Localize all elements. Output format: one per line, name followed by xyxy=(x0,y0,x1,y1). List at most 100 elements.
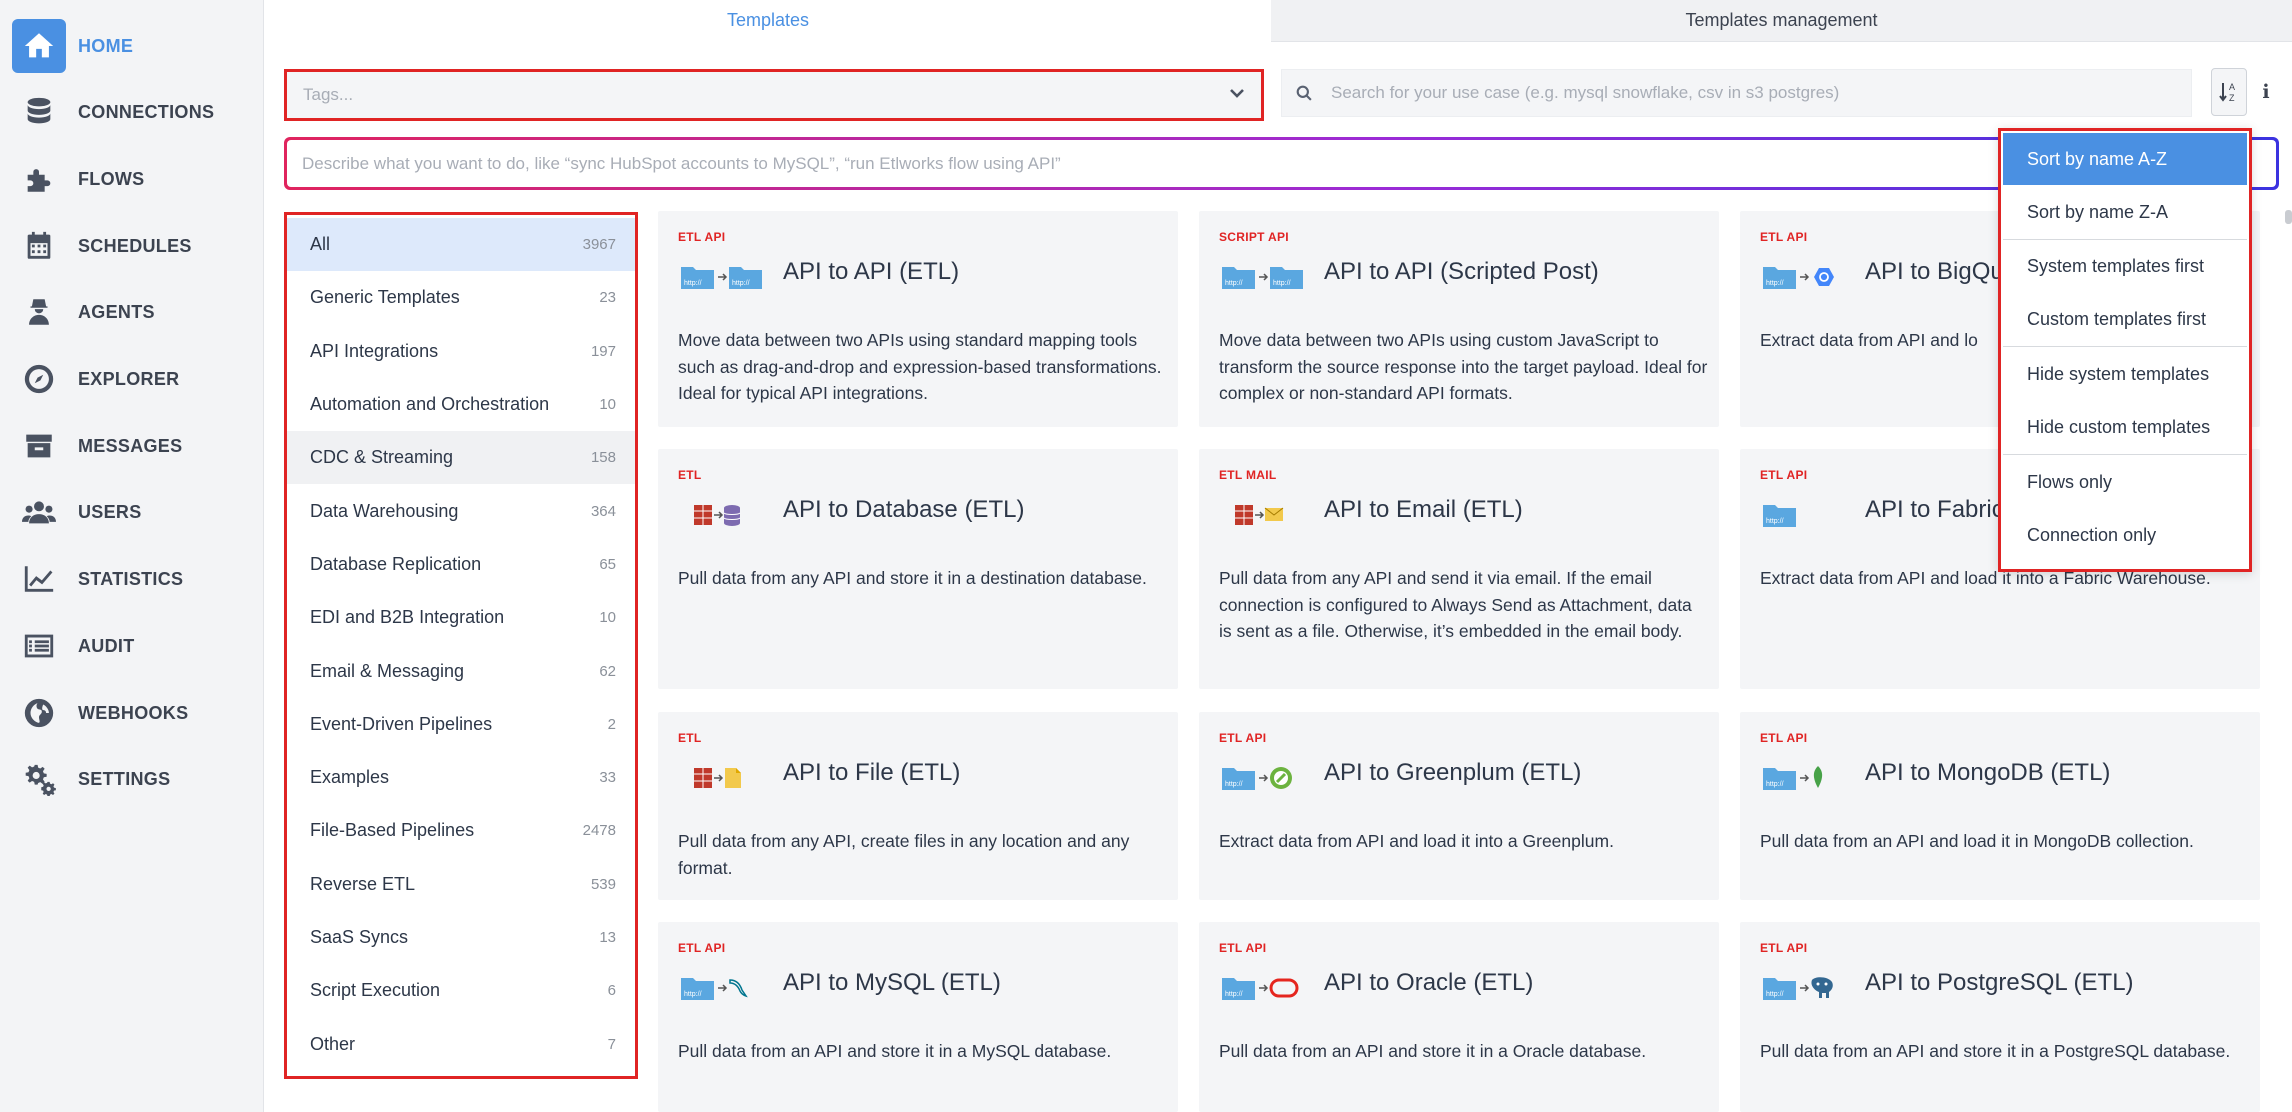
api-to-postgresql-icon: http:// xyxy=(1762,972,1846,1002)
chevron-down-icon[interactable] xyxy=(1227,83,1247,108)
svg-text:http://: http:// xyxy=(684,280,702,287)
sidebar-item-connections[interactable]: CONNECTIONS xyxy=(12,85,252,139)
sidebar-item-users[interactable]: USERS xyxy=(12,485,252,539)
category-item[interactable]: SaaS Syncs 13 xyxy=(287,911,635,964)
sidebar-item-agents[interactable]: AGENTS xyxy=(12,285,252,339)
category-item[interactable]: Generic Templates 23 xyxy=(287,271,635,324)
menu-item-hide-system[interactable]: Hide system templates xyxy=(2003,348,2247,400)
menu-divider xyxy=(2003,454,2247,455)
category-label: CDC & Streaming xyxy=(310,447,454,468)
sort-alpha-icon: A Z xyxy=(2219,82,2235,103)
template-card[interactable]: ETL API http://http:// API to API (ETL) … xyxy=(658,211,1178,427)
template-card[interactable]: ETL API http:// API to PostgreSQL (ETL) … xyxy=(1740,922,2260,1112)
sidebar-item-label: HOME xyxy=(78,35,134,56)
menu-item-sort-az[interactable]: Sort by name A-Z xyxy=(2003,133,2247,185)
sidebar: HOME CONNECTIONS FLOWS SCHEDULES AGENTS … xyxy=(0,0,264,1112)
category-label: Other xyxy=(310,1033,356,1054)
sidebar-item-label: SCHEDULES xyxy=(78,235,192,256)
template-card[interactable]: ETL API to File (ETL) Pull data from any… xyxy=(658,712,1178,900)
sidebar-item-messages[interactable]: MESSAGES xyxy=(12,419,252,473)
search-input[interactable] xyxy=(1331,83,2171,103)
tags-select[interactable]: Tags... xyxy=(284,69,1264,121)
category-count: 158 xyxy=(590,449,616,467)
sort-button[interactable]: A Z xyxy=(2211,68,2247,116)
category-item[interactable]: Automation and Orchestration 10 xyxy=(287,378,635,431)
sidebar-item-audit[interactable]: AUDIT xyxy=(12,619,252,673)
category-label: Script Execution xyxy=(310,980,441,1001)
sidebar-item-webhooks[interactable]: WEBHOOKS xyxy=(12,686,252,740)
sidebar-item-label: AGENTS xyxy=(78,301,155,322)
category-item[interactable]: CDC & Streaming 158 xyxy=(287,431,635,485)
template-card[interactable]: ETL API http:// API to MySQL (ETL) Pull … xyxy=(658,922,1178,1112)
menu-item-custom-first[interactable]: Custom templates first xyxy=(2003,293,2247,345)
template-card[interactable]: ETL API http:// API to MongoDB (ETL) Pul… xyxy=(1740,712,2260,900)
sidebar-item-schedules[interactable]: SCHEDULES xyxy=(12,219,252,273)
menu-item-hide-custom[interactable]: Hide custom templates xyxy=(2003,401,2247,453)
tags-placeholder: Tags... xyxy=(303,85,354,104)
info-icon[interactable]: i xyxy=(2258,80,2274,104)
template-card[interactable]: ETL API to Database (ETL) Pull data from… xyxy=(658,449,1178,689)
category-label: API Integrations xyxy=(310,340,439,361)
sidebar-item-home[interactable]: HOME xyxy=(12,19,252,73)
category-item[interactable]: Email & Messaging 62 xyxy=(287,644,635,697)
api-to-database-icon xyxy=(680,499,764,529)
template-card[interactable]: ETL API http:// API to Greenplum (ETL) E… xyxy=(1199,712,1719,900)
category-count: 364 xyxy=(590,502,616,520)
category-count: 10 xyxy=(599,396,616,414)
api-to-mysql-icon: http:// xyxy=(680,972,764,1002)
category-item[interactable]: Event-Driven Pipelines 2 xyxy=(287,698,635,751)
category-item[interactable]: All 3967 xyxy=(287,218,635,272)
describe-input[interactable] xyxy=(302,153,2261,174)
calendar-icon xyxy=(12,219,66,273)
category-item[interactable]: API Integrations 197 xyxy=(287,325,635,378)
template-card[interactable]: ETL API http:// API to Oracle (ETL) Pull… xyxy=(1199,922,1719,1112)
describe-box xyxy=(284,137,2279,190)
gears-icon xyxy=(12,752,66,806)
svg-text:http://: http:// xyxy=(1766,518,1784,525)
category-item[interactable]: Examples 33 xyxy=(287,751,635,804)
sort-menu: Sort by name A-Z Sort by name Z-A System… xyxy=(1998,128,2252,572)
category-label: Data Warehousing xyxy=(310,500,459,521)
tab-templates-management[interactable]: Templates management xyxy=(1271,0,2292,42)
api-to-api-icon: http:// http:// xyxy=(1221,261,1305,291)
category-label: Automation and Orchestration xyxy=(310,394,550,415)
agent-icon xyxy=(12,285,66,339)
menu-item-sort-za[interactable]: Sort by name Z-A xyxy=(2003,186,2247,238)
card-tag: ETL API xyxy=(1219,941,1267,955)
menu-item-flows-only[interactable]: Flows only xyxy=(2003,456,2247,508)
category-item[interactable]: File-Based Pipelines 2478 xyxy=(287,804,635,857)
card-title: API to MySQL (ETL) xyxy=(783,969,1001,996)
card-description: Pull data from an API and store it in a … xyxy=(1760,1041,2231,1061)
api-to-oracle-icon: http:// xyxy=(1221,972,1305,1002)
category-label: File-Based Pipelines xyxy=(310,820,475,841)
card-tag: ETL xyxy=(678,731,702,745)
api-to-fabric-icon: http:// xyxy=(1762,499,1846,529)
category-item[interactable]: Database Replication 65 xyxy=(287,538,635,591)
globe-icon xyxy=(12,686,66,740)
category-count: 2478 xyxy=(582,822,616,840)
card-description: Pull data from any API and store it in a… xyxy=(678,568,1147,588)
category-item[interactable]: Reverse ETL 539 xyxy=(287,858,635,911)
menu-item-connection-only[interactable]: Connection only xyxy=(2003,509,2247,561)
sidebar-item-settings[interactable]: SETTINGS xyxy=(12,752,252,806)
category-item[interactable]: Data Warehousing 364 xyxy=(287,484,635,537)
template-card[interactable]: ETL MAIL API to Email (ETL) Pull data fr… xyxy=(1199,449,1719,689)
sidebar-item-label: STATISTICS xyxy=(78,568,184,589)
template-card[interactable]: SCRIPT API http:// http:// API to API (Sc… xyxy=(1199,211,1719,427)
card-title: API to PostgreSQL (ETL) xyxy=(1865,969,2134,996)
api-to-greenplum-icon: http:// xyxy=(1221,762,1305,792)
category-item[interactable]: Script Execution 6 xyxy=(287,964,635,1017)
card-title: API to API (Scripted Post) xyxy=(1324,258,1599,285)
category-count: 2 xyxy=(607,715,616,733)
card-title: API to Greenplum (ETL) xyxy=(1324,759,1582,786)
category-item[interactable]: Other 7 xyxy=(287,1017,635,1070)
sidebar-item-statistics[interactable]: STATISTICS xyxy=(12,552,252,606)
category-count: 3967 xyxy=(582,236,616,254)
category-item[interactable]: EDI and B2B Integration 10 xyxy=(287,591,635,644)
category-label: Database Replication xyxy=(310,553,482,574)
sidebar-item-flows[interactable]: FLOWS xyxy=(12,152,252,206)
scrollbar[interactable] xyxy=(2285,210,2292,224)
sidebar-item-explorer[interactable]: EXPLORER xyxy=(12,352,252,406)
tab-templates[interactable]: Templates xyxy=(265,0,1271,42)
menu-item-system-first[interactable]: System templates first xyxy=(2003,240,2247,292)
